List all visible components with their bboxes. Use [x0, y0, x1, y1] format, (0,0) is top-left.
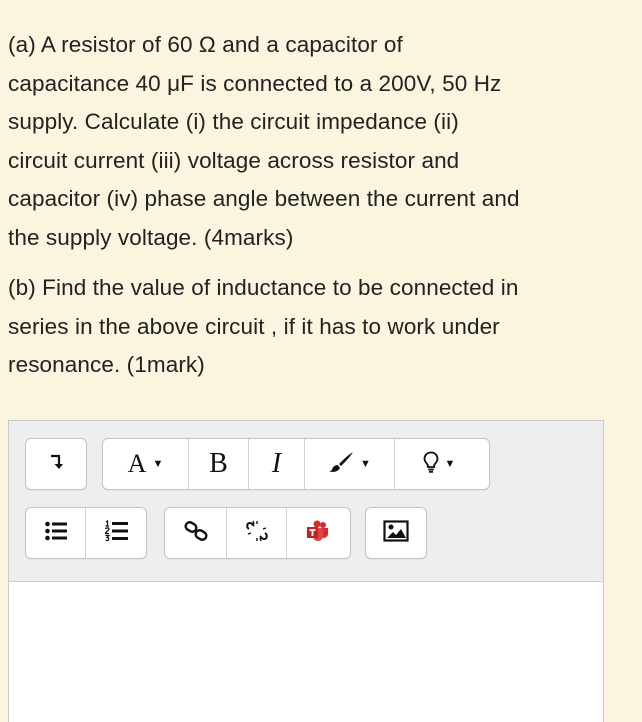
question-line: the supply voltage. (4marks)	[8, 224, 294, 250]
bold-label: B	[209, 448, 228, 479]
insert-link-button[interactable]	[165, 508, 227, 558]
chevron-down-icon: ▼	[360, 458, 371, 470]
question-line: capacitor (iv) phase angle between the c…	[8, 186, 520, 211]
link-icon	[184, 520, 208, 546]
accessibility-dropdown[interactable]: ▼	[395, 439, 483, 489]
paint-brush-icon	[328, 451, 354, 478]
italic-button[interactable]: I	[249, 439, 305, 489]
question-line: circuit current (iii) voltage across res…	[8, 147, 460, 173]
toolbar-group-links	[164, 507, 351, 559]
italic-label: I	[271, 448, 282, 479]
collapse-toolbar-button[interactable]	[26, 439, 86, 489]
text-color-dropdown[interactable]: ▼	[305, 439, 395, 489]
rich-text-editor: A ▼ B I ▼ ▼	[8, 420, 604, 722]
teams-button[interactable]	[287, 508, 349, 558]
question-part-a: (a) A resistor of 60 Ω and a capacitor o…	[8, 26, 634, 257]
question-line: series in the above circuit , if it has …	[8, 313, 500, 339]
toolbar-group-collapse	[25, 438, 87, 490]
chevron-down-icon: ▼	[444, 458, 456, 470]
unlink-button[interactable]	[227, 508, 287, 558]
question-line: (b) Find the value of inductance to be c…	[8, 275, 519, 300]
unlink-icon	[245, 520, 269, 547]
insert-image-button[interactable]	[366, 508, 426, 558]
question-line: resonance. (1mark)	[8, 352, 205, 377]
chevron-down-icon: ▼	[152, 458, 164, 470]
editor-content-area[interactable]	[9, 582, 603, 722]
ordered-list-icon	[104, 519, 128, 547]
toolbar-group-media	[365, 507, 427, 559]
toolbar-group-format: A ▼ B I ▼ ▼	[102, 438, 490, 490]
font-style-dropdown[interactable]: A ▼	[103, 439, 189, 489]
toolbar-group-lists	[25, 507, 147, 559]
editor-toolbar: A ▼ B I ▼ ▼	[9, 421, 603, 582]
question-text: (a) A resistor of 60 Ω and a capacitor o…	[8, 26, 634, 385]
font-style-label: A	[127, 449, 147, 478]
bold-button[interactable]: B	[189, 439, 249, 489]
question-line: capacitance 40 μF is connected to a 200V…	[8, 70, 502, 96]
question-part-b: (b) Find the value of inductance to be c…	[8, 269, 634, 385]
question-line: supply. Calculate (i) the circuit impeda…	[8, 109, 459, 134]
image-icon	[383, 519, 409, 547]
teams-icon	[306, 520, 330, 547]
collapse-arrow-icon	[49, 453, 63, 476]
question-line: (a) A resistor of 60 Ω and a capacitor o…	[8, 32, 403, 57]
lightbulb-icon	[423, 451, 439, 478]
numbered-list-button[interactable]	[86, 508, 146, 558]
unordered-list-icon	[44, 521, 67, 546]
bullet-list-button[interactable]	[26, 508, 86, 558]
